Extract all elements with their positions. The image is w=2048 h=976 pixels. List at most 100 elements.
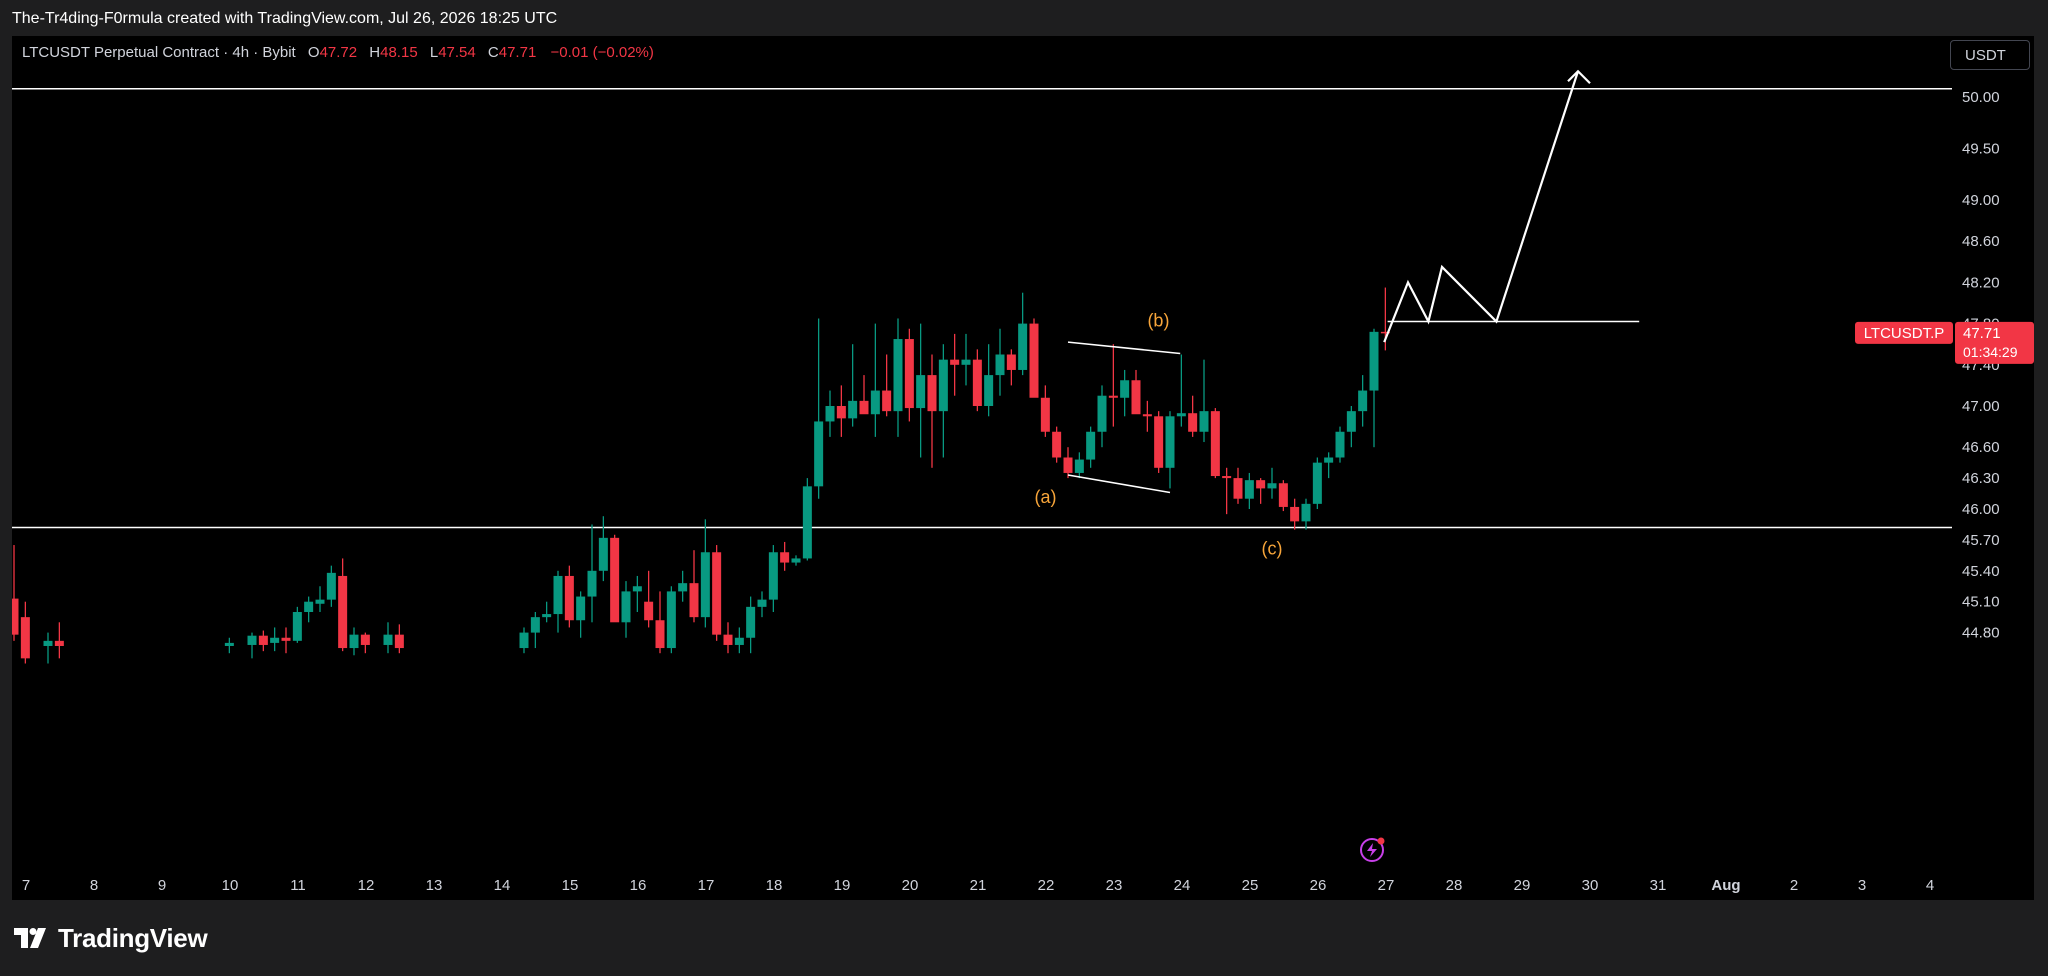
candle bbox=[882, 354, 892, 417]
symbol-tag-label: LTCUSDT.P bbox=[1864, 325, 1945, 342]
candle-body bbox=[1358, 390, 1368, 412]
candle-body bbox=[530, 617, 540, 633]
footer-brand[interactable]: TradingView bbox=[14, 918, 208, 958]
price-axis[interactable]: 50.0049.5049.0048.6048.2047.8047.4047.00… bbox=[1962, 89, 2000, 642]
candle bbox=[859, 375, 869, 415]
candle-body bbox=[20, 617, 30, 659]
candle-body bbox=[1369, 331, 1379, 391]
candle bbox=[610, 534, 620, 623]
candle bbox=[950, 333, 960, 396]
candle-body bbox=[621, 591, 631, 623]
candle bbox=[666, 586, 676, 654]
candle bbox=[1086, 426, 1096, 468]
candle-body bbox=[1142, 414, 1152, 417]
candle-body bbox=[1244, 480, 1254, 499]
candle bbox=[1301, 498, 1311, 530]
candle bbox=[791, 555, 801, 566]
time-tick-label: 13 bbox=[426, 877, 443, 894]
candle bbox=[1244, 472, 1254, 509]
candle bbox=[621, 581, 631, 638]
price-chart[interactable]: (a)(b)(c) 50.0049.5049.0048.6048.2047.80… bbox=[12, 36, 2034, 900]
candle bbox=[825, 390, 835, 437]
currency-button[interactable]: USDT bbox=[1950, 40, 2030, 70]
low-value: 47.54 bbox=[438, 44, 476, 61]
candle-body bbox=[1040, 397, 1050, 432]
candle bbox=[54, 622, 64, 659]
candle bbox=[360, 632, 370, 654]
candle-body bbox=[1210, 411, 1220, 477]
candle bbox=[814, 318, 824, 499]
attribution-bar: The-Tr4ding-F0rmula created with Trading… bbox=[0, 0, 2048, 36]
candle-body bbox=[734, 637, 744, 645]
candle bbox=[1142, 400, 1152, 432]
candle-body bbox=[610, 537, 620, 623]
price-tick-label: 45.70 bbox=[1962, 532, 2000, 549]
candle bbox=[780, 541, 790, 571]
candle-body bbox=[43, 640, 53, 646]
candle bbox=[553, 570, 563, 633]
candle bbox=[961, 333, 971, 386]
candle bbox=[338, 558, 348, 652]
candle-body bbox=[1278, 483, 1288, 507]
price-tick-label: 45.40 bbox=[1962, 563, 2000, 580]
candle-body bbox=[814, 421, 824, 487]
price-tick-label: 46.00 bbox=[1962, 501, 2000, 518]
time-tick-label: 14 bbox=[494, 877, 511, 894]
candle-body bbox=[802, 486, 812, 559]
candle-body bbox=[1346, 411, 1356, 432]
high-value: 48.15 bbox=[380, 44, 418, 61]
price-tick-label: 49.00 bbox=[1962, 192, 2000, 209]
time-tick-label: 31 bbox=[1650, 877, 1667, 894]
candle bbox=[712, 545, 722, 641]
candle bbox=[848, 344, 858, 427]
candle-body bbox=[870, 390, 880, 415]
candle bbox=[1267, 467, 1277, 499]
attribution-text: The-Tr4ding-F0rmula created with Trading… bbox=[12, 10, 558, 27]
candle bbox=[836, 385, 846, 437]
candle bbox=[1358, 375, 1368, 427]
candle bbox=[916, 323, 926, 458]
candle-body bbox=[666, 591, 676, 649]
change-value: −0.01 (−0.02%) bbox=[550, 44, 654, 61]
candle-body bbox=[1131, 380, 1141, 415]
candle-body bbox=[1188, 413, 1198, 432]
lightning-icon[interactable] bbox=[1360, 837, 1385, 862]
candle-body bbox=[1029, 323, 1039, 398]
time-tick-label: 29 bbox=[1514, 877, 1531, 894]
candle bbox=[768, 545, 778, 612]
candle bbox=[1233, 467, 1243, 504]
projection-arrowhead bbox=[1567, 69, 1591, 85]
candle-body bbox=[995, 354, 1005, 376]
candle-body bbox=[689, 583, 699, 618]
candle-body bbox=[1335, 431, 1345, 458]
candle-body bbox=[281, 637, 291, 641]
candle bbox=[870, 323, 880, 437]
candle-body bbox=[1290, 506, 1300, 522]
time-axis[interactable]: 7 8 9 10 11 12 13 14 15 16 17 18 19 20 21 22 23 24 25 26 27 2… bbox=[22, 877, 1934, 894]
candle-body bbox=[904, 339, 914, 409]
candle-body bbox=[723, 634, 733, 645]
candle-body bbox=[791, 558, 801, 563]
candle bbox=[904, 328, 914, 422]
channel-upper-line bbox=[1067, 341, 1181, 355]
candle-body bbox=[655, 620, 665, 649]
chart-area[interactable]: (a)(b)(c) 50.0049.5049.0048.6048.2047.80… bbox=[12, 36, 2034, 900]
candle bbox=[1131, 369, 1141, 415]
price-tag: LTCUSDT.P 47.71 01:34:29 bbox=[1855, 321, 2034, 364]
time-tick-label: 12 bbox=[358, 877, 375, 894]
candle-body bbox=[950, 359, 960, 365]
price-tick-label: 49.50 bbox=[1962, 141, 2000, 158]
candle bbox=[1335, 426, 1345, 463]
candle bbox=[893, 318, 903, 437]
candle bbox=[1188, 395, 1198, 437]
drawings: (a) (b) (c) bbox=[1035, 69, 1640, 862]
candle bbox=[394, 624, 404, 654]
candle-body bbox=[825, 406, 835, 422]
candle-body bbox=[678, 583, 688, 592]
candle-body bbox=[576, 596, 586, 621]
candle bbox=[1120, 369, 1130, 417]
candle bbox=[43, 632, 53, 664]
candle bbox=[383, 622, 393, 654]
tradingview-logo-icon bbox=[14, 928, 46, 948]
candle-body bbox=[1108, 395, 1118, 398]
